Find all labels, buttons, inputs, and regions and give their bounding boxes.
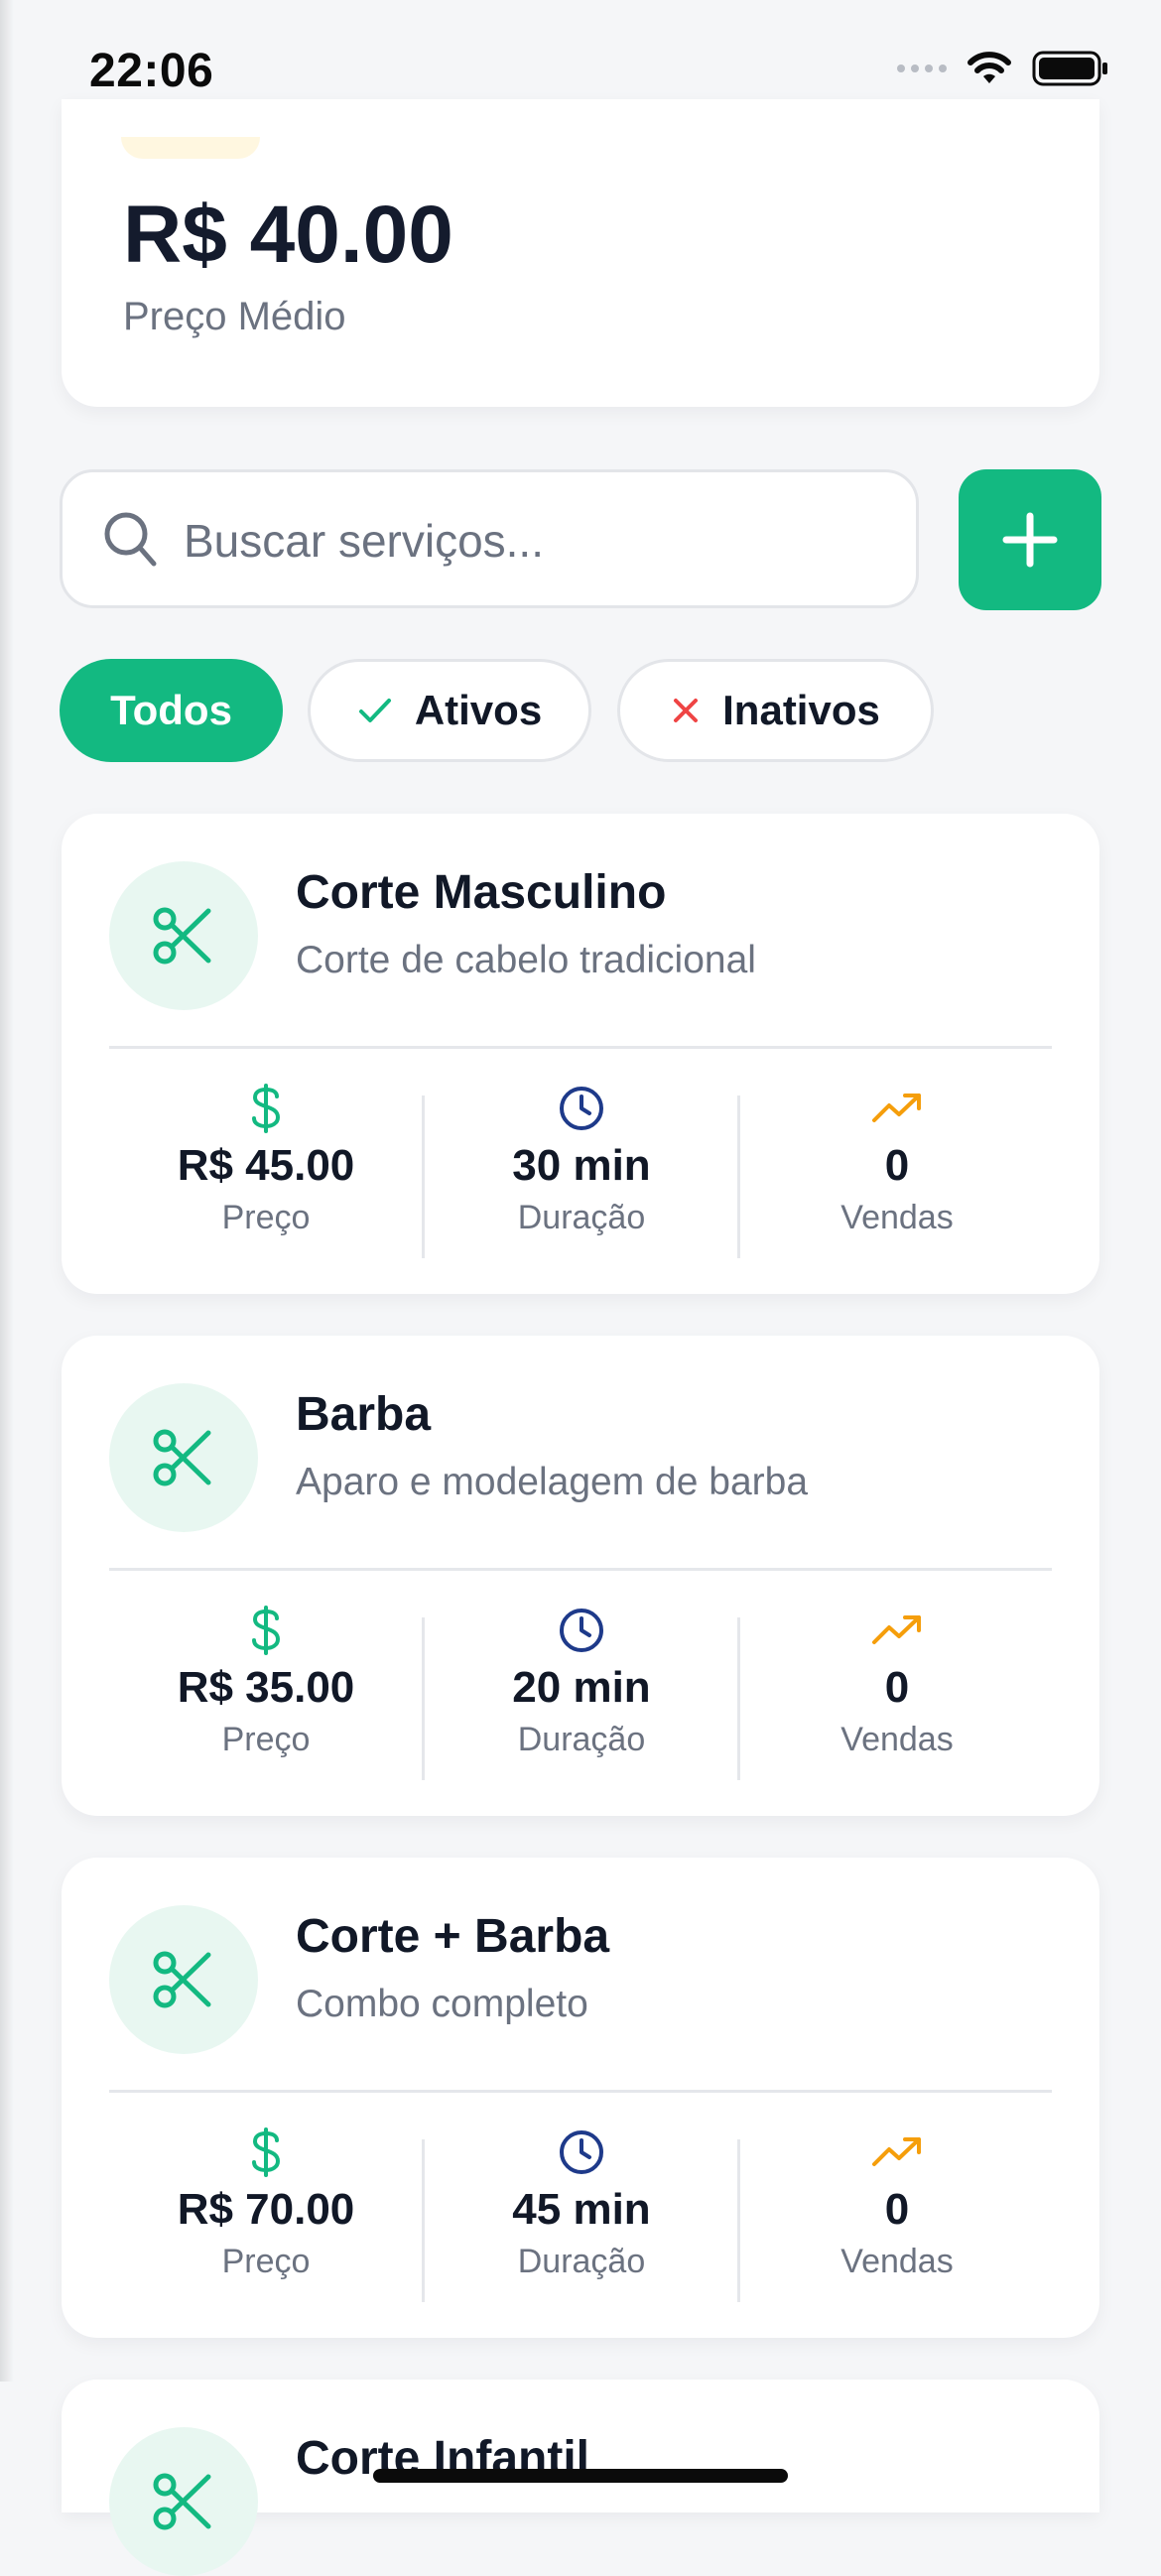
dollar-icon <box>252 2127 281 2177</box>
filter-active[interactable]: Ativos <box>308 659 591 762</box>
filter-all[interactable]: Todos <box>60 659 283 762</box>
scissors-icon <box>153 1429 211 1486</box>
divider <box>109 1046 1052 1049</box>
average-price-value: R$ 40.00 <box>123 190 453 280</box>
service-icon-badge <box>109 1383 258 1532</box>
service-name: Corte Masculino <box>296 866 667 919</box>
service-card[interactable]: Corte Masculino Corte de cabelo tradicio… <box>62 814 1099 1294</box>
price-label: Preço <box>221 1199 311 1236</box>
plus-icon <box>1002 512 1058 568</box>
sales-label: Vendas <box>840 1199 954 1236</box>
price-value: R$ 70.00 <box>177 2185 355 2234</box>
duration-value: 30 min <box>512 1141 651 1190</box>
service-card[interactable]: Barba Aparo e modelagem de barba R$ 35.0… <box>62 1336 1099 1816</box>
filter-inactive-label: Inativos <box>722 687 880 733</box>
dollar-icon <box>252 1084 281 1133</box>
service-description: Combo completo <box>296 1983 588 2025</box>
trending-up-icon <box>872 1615 921 1644</box>
price-stat: R$ 35.00 Preço <box>109 1604 423 1772</box>
battery-icon <box>1032 51 1107 86</box>
price-stat: R$ 70.00 Preço <box>109 2125 423 2294</box>
sales-label: Vendas <box>840 2243 954 2280</box>
average-price-card: R$ 40.00 Preço Médio <box>62 99 1099 407</box>
trending-up-icon <box>872 1094 921 1122</box>
duration-value: 45 min <box>512 2185 651 2234</box>
scissors-icon <box>153 2473 211 2530</box>
cellular-signal-icon <box>897 64 947 72</box>
duration-label: Duração <box>517 1721 646 1758</box>
x-icon <box>674 699 699 722</box>
service-description: Corte de cabelo tradicional <box>296 939 756 981</box>
sales-stat: 0 Vendas <box>740 1082 1054 1250</box>
check-icon <box>358 699 391 722</box>
scissors-icon <box>153 1951 211 2008</box>
clock-icon <box>560 1087 603 1130</box>
sales-stat: 0 Vendas <box>740 2125 1054 2294</box>
status-indicators <box>897 50 1109 87</box>
duration-stat: 20 min Duração <box>425 1604 738 1772</box>
duration-label: Duração <box>517 2243 646 2280</box>
service-card[interactable]: Corte + Barba Combo completo R$ 70.00 Pr… <box>62 1858 1099 2338</box>
status-time: 22:06 <box>89 45 214 97</box>
price-label: Preço <box>221 1721 311 1758</box>
add-service-button[interactable] <box>959 469 1101 610</box>
dollar-icon <box>252 1606 281 1655</box>
sales-value: 0 <box>884 1141 910 1190</box>
sales-label: Vendas <box>840 1721 954 1758</box>
service-icon-badge <box>109 1905 258 2054</box>
trending-up-icon <box>872 2137 921 2166</box>
divider <box>109 1568 1052 1571</box>
service-description: Aparo e modelagem de barba <box>296 1461 809 1503</box>
search-input[interactable]: Buscar serviços... <box>60 469 919 608</box>
price-value: R$ 45.00 <box>177 1141 355 1190</box>
service-name: Barba <box>296 1388 432 1441</box>
price-value: R$ 35.00 <box>177 1663 355 1712</box>
scissors-icon <box>153 907 211 965</box>
filter-all-label: Todos <box>110 687 232 733</box>
price-stat: R$ 45.00 Preço <box>109 1082 423 1250</box>
drawer-edge-shadow <box>0 0 14 2382</box>
duration-value: 20 min <box>512 1663 651 1712</box>
service-icon-badge <box>109 861 258 1010</box>
service-card[interactable]: Corte Infantil <box>62 2380 1099 2576</box>
home-indicator <box>373 2469 788 2483</box>
search-icon <box>104 512 157 567</box>
search-placeholder: Buscar serviços... <box>184 515 544 567</box>
clock-icon <box>560 1609 603 1652</box>
filter-inactive[interactable]: Inativos <box>617 659 934 762</box>
sales-stat: 0 Vendas <box>740 1604 1054 1772</box>
wifi-icon <box>968 52 1011 83</box>
divider <box>109 2090 1052 2093</box>
filter-active-label: Ativos <box>414 687 543 733</box>
average-price-label: Preço Médio <box>123 295 346 338</box>
duration-stat: 30 min Duração <box>425 1082 738 1250</box>
duration-stat: 45 min Duração <box>425 2125 738 2294</box>
sales-value: 0 <box>884 2185 910 2234</box>
service-name: Corte + Barba <box>296 1910 610 1963</box>
duration-label: Duração <box>517 1199 646 1236</box>
summary-icon-badge <box>121 137 260 159</box>
service-icon-badge <box>109 2427 258 2576</box>
sales-value: 0 <box>884 1663 910 1712</box>
price-label: Preço <box>221 2243 311 2280</box>
clock-icon <box>560 2130 603 2174</box>
